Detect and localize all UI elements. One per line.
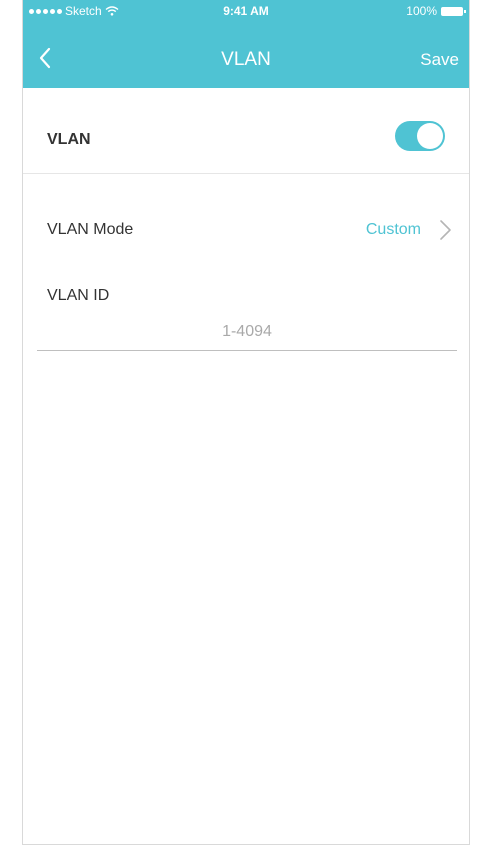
chevron-right-icon bbox=[440, 220, 451, 240]
nav-bar: VLAN Save bbox=[23, 36, 469, 80]
vlan-mode-label: VLAN Mode bbox=[47, 221, 134, 238]
header: Sketch 9:41 AM 100% VLAN Save bbox=[23, 0, 469, 88]
phone-screen: Sketch 9:41 AM 100% VLAN Save VLAN VLAN … bbox=[22, 0, 470, 845]
save-button[interactable]: Save bbox=[420, 50, 459, 70]
status-time: 9:41 AM bbox=[223, 4, 269, 18]
vlan-mode-row[interactable]: VLAN Mode Custom bbox=[23, 200, 469, 260]
vlan-toggle-row: VLAN bbox=[23, 88, 469, 174]
page-title: VLAN bbox=[221, 49, 271, 70]
vlan-id-input[interactable] bbox=[37, 313, 457, 351]
vlan-mode-value: Custom bbox=[365, 221, 421, 238]
status-bar: Sketch 9:41 AM 100% bbox=[23, 0, 469, 22]
status-right: 100% bbox=[406, 4, 466, 18]
battery-percent: 100% bbox=[406, 4, 437, 18]
vlan-id-label: VLAN ID bbox=[47, 287, 110, 304]
toggle-knob bbox=[417, 123, 443, 149]
battery-icon bbox=[441, 6, 466, 16]
vlan-toggle-label: VLAN bbox=[47, 131, 91, 148]
vlan-toggle-switch[interactable] bbox=[395, 121, 445, 151]
